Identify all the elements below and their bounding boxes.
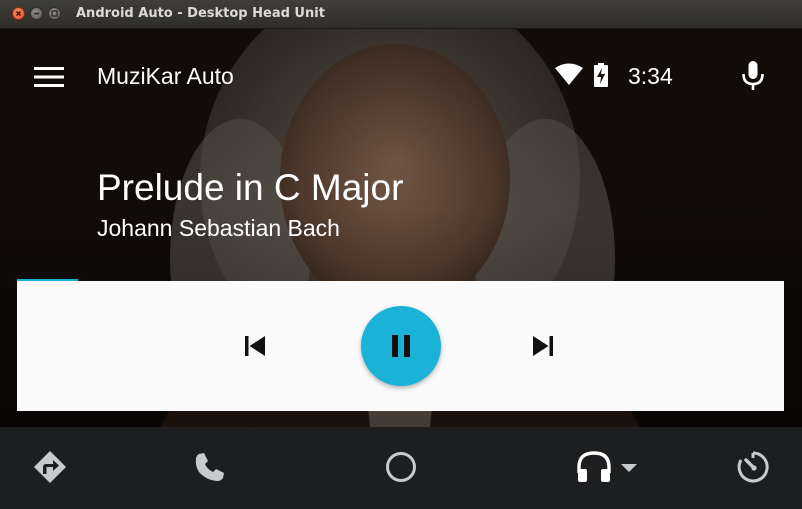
nav-home-button[interactable]	[381, 447, 421, 487]
close-window-button[interactable]	[12, 7, 25, 20]
nav-phone-button[interactable]	[190, 447, 230, 487]
skip-next-icon	[533, 336, 553, 356]
desktop-head-unit-window: Android Auto - Desktop Head Unit MuziKar…	[0, 0, 802, 509]
maximize-window-button[interactable]	[48, 7, 61, 20]
nav-media-button[interactable]	[574, 447, 614, 487]
pause-icon	[392, 335, 410, 357]
skip-previous-icon	[245, 336, 265, 356]
wifi-icon	[555, 63, 583, 85]
headphones-icon	[577, 451, 611, 482]
nav-navigation-button[interactable]	[30, 447, 70, 487]
phone-icon	[195, 453, 224, 481]
next-track-button[interactable]	[527, 328, 559, 364]
menu-icon[interactable]	[34, 65, 64, 89]
minimize-window-button[interactable]	[30, 7, 43, 20]
close-icon	[15, 10, 22, 17]
maximize-icon	[51, 10, 58, 17]
previous-track-button[interactable]	[239, 328, 271, 364]
window-title: Android Auto - Desktop Head Unit	[76, 6, 325, 21]
status-bar: MuziKar Auto 3:34	[0, 29, 802, 124]
microphone-icon[interactable]	[740, 61, 766, 91]
clock: 3:34	[628, 63, 673, 89]
nav-overview-button[interactable]	[733, 447, 773, 487]
home-circle-icon	[386, 452, 416, 482]
track-artist: Johann Sebastian Bach	[97, 215, 340, 241]
title-bar: Android Auto - Desktop Head Unit	[0, 0, 802, 29]
playback-controls	[17, 281, 784, 411]
bottom-navigation-bar	[0, 427, 802, 509]
dropdown-arrow-icon	[621, 464, 637, 472]
app-name: MuziKar Auto	[97, 63, 234, 89]
head-unit-screen: MuziKar Auto 3:34 Prelude in C Major Joh…	[0, 29, 802, 427]
speedometer-icon	[737, 451, 769, 483]
track-title: Prelude in C Major	[97, 167, 404, 208]
pause-button[interactable]	[361, 306, 441, 386]
minimize-icon	[34, 12, 39, 15]
battery-charging-icon	[594, 63, 608, 87]
navigation-icon	[34, 451, 66, 483]
media-source-dropdown[interactable]	[619, 447, 639, 487]
